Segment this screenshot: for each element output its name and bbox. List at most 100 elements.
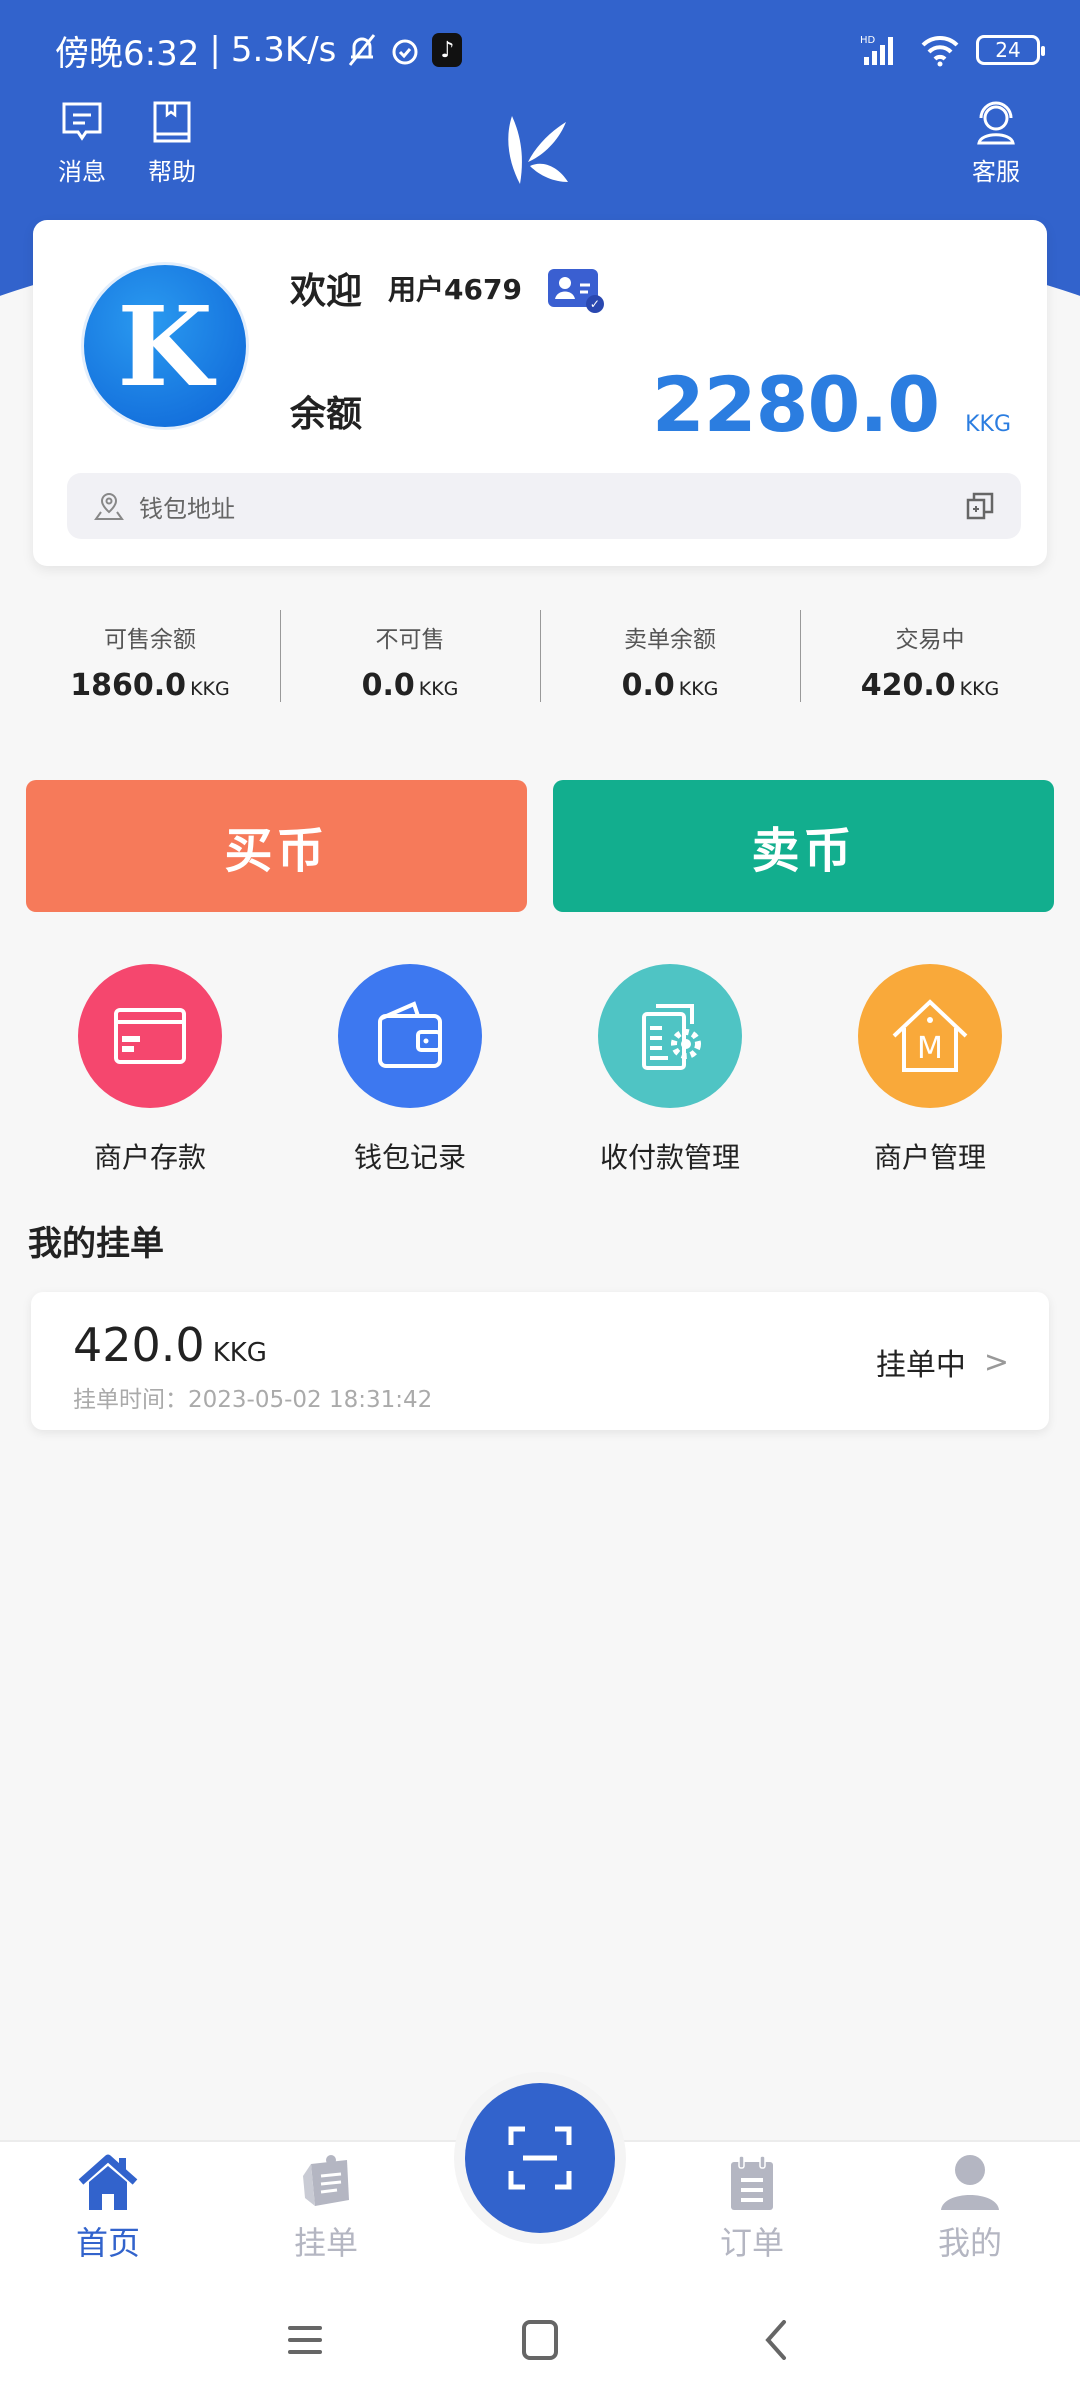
scan-button[interactable] [465,2083,615,2233]
my-orders-title: 我的挂单 [28,1224,164,1264]
sell-coin-button[interactable]: 卖币 [553,780,1054,912]
location-pin-icon [94,492,124,520]
messages-button[interactable]: 消息 [58,100,106,187]
status-divider: | [209,30,221,70]
balance-unit: KKG [965,412,1011,437]
customer-service-label: 客服 [972,158,1020,186]
home-nav-icon[interactable] [520,2320,560,2360]
messages-label: 消息 [58,158,106,186]
tab-home[interactable]: 首页 [48,2152,168,2264]
balance-stats: 可售余额 1860.0 KKG 不可售 0.0 KKG 卖单余额 0.0 KKG 交易… [0,610,1080,720]
tab-listings[interactable]: 挂单 [266,2152,386,2264]
order-status-text: 挂单中 [875,1348,966,1383]
stat-value: 1860.0 KKG [20,668,280,703]
signal-icon: HD [860,35,893,65]
action-wallet-records[interactable]: 钱包记录 [290,964,530,1176]
action-payment-management[interactable]: 收付款管理 [550,964,790,1176]
tab-label: 挂单 [293,2224,358,2262]
wallet-address-label: 钱包地址 [139,494,235,523]
app-logo-icon [508,116,568,184]
tab-profile[interactable]: 我的 [910,2152,1030,2264]
house-m-icon: M [858,964,1002,1108]
stat-unsellable: 不可售 0.0 KKG [280,610,540,720]
id-card-icon [554,277,590,299]
balance-amount: 2280.0 [651,360,940,449]
status-time: 傍晚6:32 [55,33,200,74]
stat-label: 卖单余额 [624,627,716,653]
wallet-address-row[interactable]: 钱包地址 [67,473,1021,539]
stat-value: 0.0 KKG [280,668,540,703]
buy-coin-button[interactable]: 买币 [26,780,527,912]
book-icon [153,101,191,143]
stat-value: 420.0 KKG [800,668,1060,703]
stat-unit: KKG [418,678,459,700]
clipboard-icon [731,2155,773,2210]
help-label: 帮助 [148,158,196,186]
stat-unit: KKG [678,678,719,700]
verified-id-icon[interactable] [547,269,604,313]
avatar[interactable]: K [81,262,249,430]
card-icon [78,964,222,1108]
balance-label: 余额 [290,394,363,435]
bell-muted-icon [349,34,376,66]
battery-icon: 24 [976,35,1045,65]
menu-icon[interactable] [286,2320,326,2360]
welcome-text: 欢迎 [290,271,363,312]
action-merchant-deposit[interactable]: 商户存款 [30,964,270,1176]
order-amount-value: 420.0 [73,1318,205,1372]
stat-label: 交易中 [895,627,965,653]
action-label: 商户管理 [873,1141,986,1174]
wallet-icon [338,964,482,1108]
stat-amount: 1860.0 [70,668,187,703]
tab-label: 我的 [937,2224,1002,2262]
quick-actions: 商户存款 钱包记录 收付款管理 M 商户管理 [0,964,1080,1176]
stat-in-trade: 交易中 420.0 KKG [800,610,1060,720]
help-button[interactable]: 帮助 [148,100,196,187]
notepad-pin-icon [303,2155,349,2206]
alarm-icon [392,39,418,65]
action-label: 收付款管理 [599,1141,740,1174]
tab-orders[interactable]: 订单 [692,2152,812,2264]
stat-value: 0.0 KKG [540,668,800,703]
action-label: 钱包记录 [353,1141,466,1174]
customer-service-button[interactable]: 客服 [972,100,1020,187]
stat-unit: KKG [959,678,1000,700]
top-nav: 消息 帮助 客服 [0,100,1080,200]
balance-value: 2280.0 KKG [652,360,1011,449]
order-list-item[interactable]: 420.0 KKG 挂单时间：2023-05-02 18:31:42 挂单中 > [31,1292,1049,1430]
stat-amount: 420.0 [860,668,956,703]
username: 用户4679 [388,273,522,306]
battery-level: 24 [995,38,1021,62]
user-icon [941,2155,999,2210]
chevron-right-icon: > [983,1344,1009,1380]
scan-button-wrap [454,2072,626,2244]
stat-amount: 0.0 [361,668,415,703]
order-status: 挂单中 > [876,1340,1009,1384]
stat-sell-order-balance: 卖单余额 0.0 KKG [540,610,800,720]
status-net-speed: 5.3K/s [230,30,337,70]
stat-label: 不可售 [375,627,445,653]
stat-sellable: 可售余额 1860.0 KKG [20,620,280,720]
svg-text:HD: HD [860,35,876,46]
wifi-icon [921,35,959,67]
tab-label: 首页 [75,2224,140,2262]
svg-text:M: M [917,1031,943,1066]
order-unit: KKG [212,1338,267,1368]
message-icon [62,102,102,141]
action-label: 商户存款 [93,1141,206,1174]
headset-icon [977,101,1015,145]
back-icon[interactable] [756,2320,796,2360]
scan-icon [508,2126,572,2190]
stat-unit: KKG [190,678,230,700]
home-icon [78,2154,138,2210]
document-gear-icon [598,964,742,1108]
trade-buttons: 买币 卖币 [26,780,1054,912]
copy-icon[interactable] [965,491,995,521]
tab-label: 订单 [719,2224,784,2262]
action-merchant-management[interactable]: M 商户管理 [810,964,1050,1176]
avatar-letter: K [117,281,213,411]
welcome-row: 欢迎 用户4679 [290,262,604,314]
status-bar: 傍晚6:32 | 5.3K/s ♪ HD 24 [55,28,1045,74]
order-amount: 420.0 KKG [73,1318,267,1372]
system-nav-bar [0,2280,1080,2400]
